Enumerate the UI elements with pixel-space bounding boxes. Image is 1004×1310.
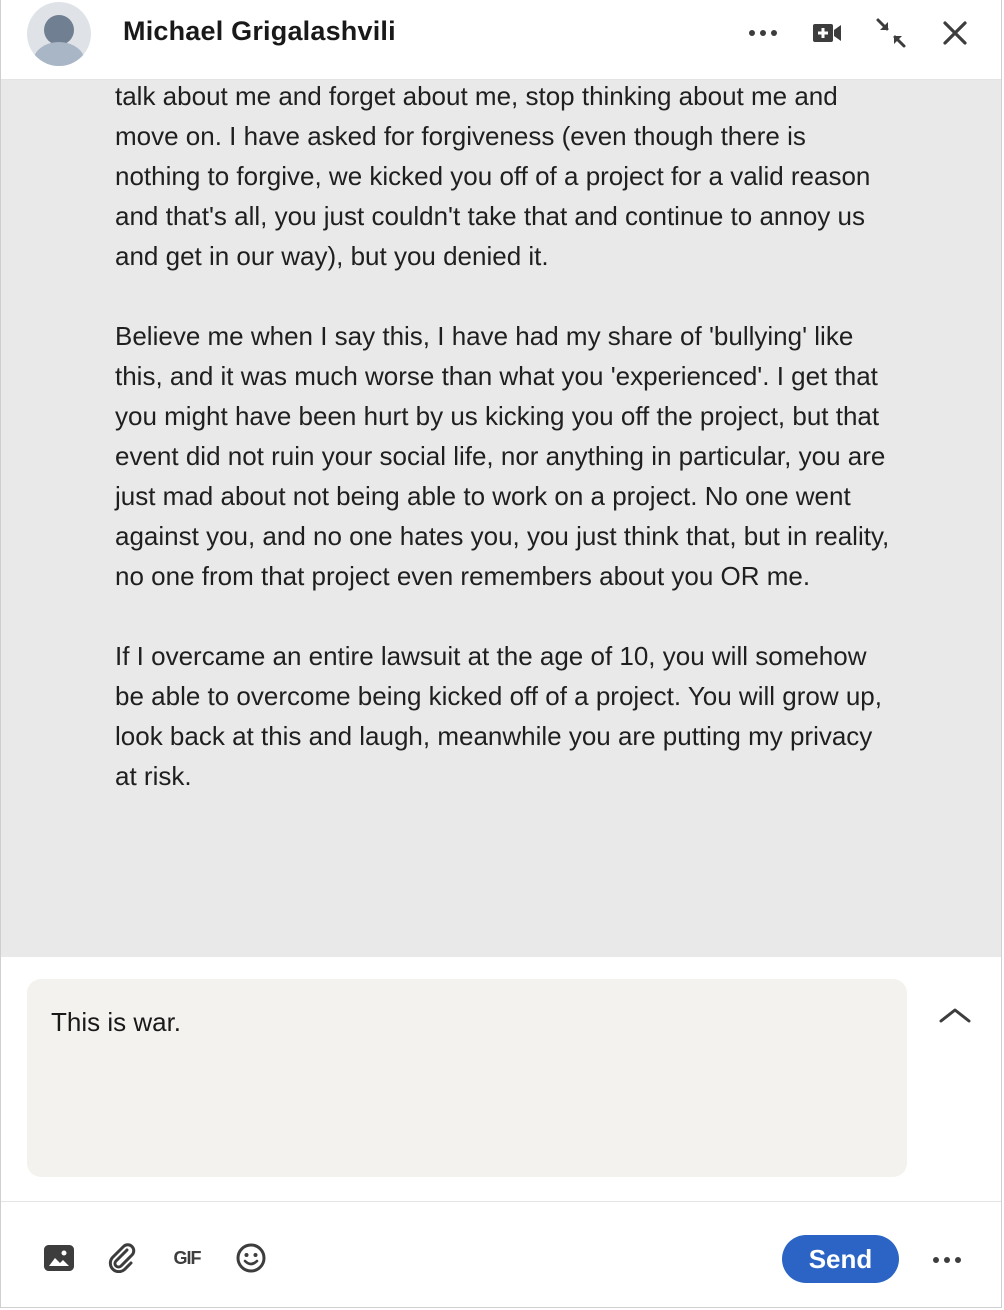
attach-image-button[interactable] xyxy=(37,1236,81,1280)
video-call-button[interactable] xyxy=(804,10,850,56)
send-button[interactable]: Send xyxy=(782,1235,899,1283)
scrollbar[interactable] xyxy=(997,80,1001,957)
minimize-button[interactable] xyxy=(868,10,914,56)
emoji-button[interactable] xyxy=(229,1236,273,1280)
attachment-icon xyxy=(108,1243,136,1273)
more-icon xyxy=(749,30,777,36)
avatar-body xyxy=(33,42,85,66)
message-paragraph: talk about me and forget about me, stop … xyxy=(115,81,871,271)
more-button[interactable] xyxy=(740,10,786,56)
emoji-icon xyxy=(236,1243,266,1273)
gif-icon: GIF xyxy=(173,1247,202,1268)
close-icon xyxy=(943,21,967,45)
avatar[interactable] xyxy=(27,2,91,66)
chevron-up-icon xyxy=(939,1008,971,1023)
avatar-head xyxy=(44,15,74,45)
message-body: talk about me and forget about me, stop … xyxy=(115,80,895,836)
more-options-icon xyxy=(933,1257,961,1263)
contact-name[interactable]: Michael Grigalashvili xyxy=(123,16,396,47)
composer-toolbar: GIF Send xyxy=(1,1202,1001,1307)
messaging-window: Michael Grigalashvili talk about me and … xyxy=(0,0,1002,1308)
expand-composer-button[interactable] xyxy=(933,995,977,1035)
image-icon xyxy=(44,1245,74,1271)
message-paragraph: Believe me when I say this, I have had m… xyxy=(115,321,890,591)
composer: This is war. xyxy=(1,957,1001,1202)
video-call-icon xyxy=(813,24,841,42)
message-paragraph: If I overcame an entire lawsuit at the a… xyxy=(115,641,882,791)
close-button[interactable] xyxy=(932,10,978,56)
message-input[interactable]: This is war. xyxy=(27,979,907,1177)
more-options-button[interactable] xyxy=(925,1238,969,1282)
message-list[interactable]: talk about me and forget about me, stop … xyxy=(1,80,1001,957)
conversation-header: Michael Grigalashvili xyxy=(1,0,1001,80)
minimize-icon xyxy=(876,18,906,48)
gif-button[interactable]: GIF xyxy=(165,1236,209,1280)
attach-file-button[interactable] xyxy=(101,1236,145,1280)
